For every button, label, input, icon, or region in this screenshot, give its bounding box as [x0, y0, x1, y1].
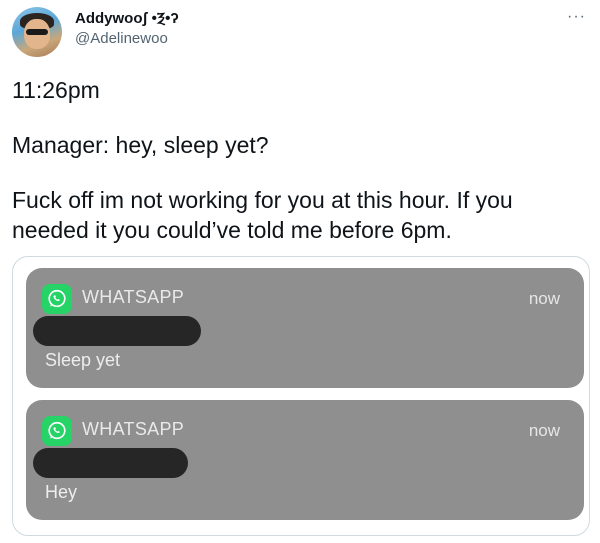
- whatsapp-icon: [42, 416, 72, 446]
- more-options-icon[interactable]: ···: [567, 8, 586, 26]
- notification-card: WHATSAPP now Sleep yet: [26, 268, 584, 388]
- avatar-glasses: [26, 29, 48, 35]
- notification-app-name: WHATSAPP: [82, 419, 185, 439]
- notification-app-name: WHATSAPP: [82, 287, 185, 307]
- tweet-line-reply: Fuck off im not working for you at this …: [12, 187, 513, 243]
- tweet-line-manager: Manager: hey, sleep yet?: [12, 132, 269, 158]
- notification-card: WHATSAPP now Hey: [26, 400, 584, 520]
- user-handle[interactable]: @Adelinewoo: [75, 29, 179, 49]
- whatsapp-icon: [42, 284, 72, 314]
- notification-message: Hey: [45, 482, 78, 502]
- tweet-header: Addywooʃ •Ⲝ•ʔ @Adelinewoo ···: [0, 0, 600, 70]
- avatar[interactable]: [12, 7, 62, 57]
- user-info: Addywooʃ •Ⲝ•ʔ @Adelinewoo: [75, 9, 179, 49]
- notification-message: Sleep yet: [45, 350, 121, 370]
- redacted-sender: [33, 448, 188, 478]
- redacted-sender: [33, 316, 201, 346]
- notification-time: now: [528, 421, 560, 440]
- tweet-media-image[interactable]: WHATSAPP now Sleep yet WHATSAPP now Hey: [12, 256, 590, 536]
- display-name[interactable]: Addywooʃ •Ⲝ•ʔ: [75, 9, 179, 29]
- tweet-line-time: 11:26pm: [12, 77, 100, 103]
- notification-time: now: [528, 289, 560, 308]
